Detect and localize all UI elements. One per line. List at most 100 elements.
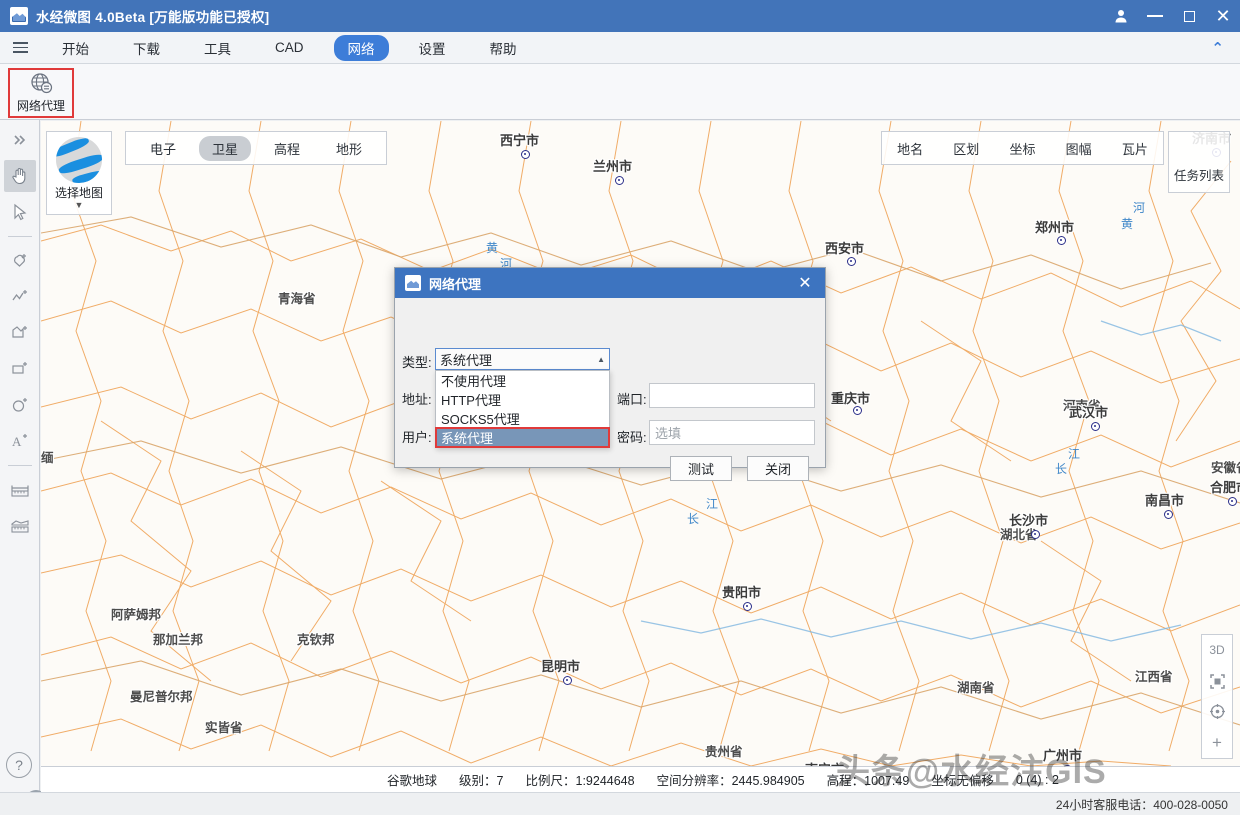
close-button[interactable]: ✕ bbox=[1206, 0, 1240, 32]
status-coords: 0 (4) : 2 bbox=[1015, 772, 1059, 787]
hamburger-icon[interactable] bbox=[0, 32, 40, 63]
status-offset: 坐标无偏移 bbox=[931, 774, 994, 788]
map-label-province: 湖南省 bbox=[957, 681, 995, 695]
maximize-button[interactable] bbox=[1172, 0, 1206, 32]
network-proxy-button[interactable]: 网络代理 bbox=[8, 68, 74, 118]
select-arrow-icon[interactable] bbox=[4, 196, 36, 228]
map-label-city: 南宁市 bbox=[805, 759, 844, 766]
expand-icon[interactable] bbox=[4, 124, 36, 156]
map-label-river: 长 bbox=[687, 512, 700, 526]
svg-text:A: A bbox=[12, 434, 22, 449]
map-label-province: 缅 bbox=[41, 451, 54, 465]
add-rectangle-icon[interactable] bbox=[4, 353, 36, 385]
map-city-dot bbox=[521, 150, 530, 159]
map-label-river: 江 bbox=[706, 497, 719, 511]
map-label-province: 克钦邦 bbox=[297, 633, 335, 647]
tab-map-sheets[interactable]: 图幅 bbox=[1066, 139, 1092, 158]
status-elevation-label: 高程： bbox=[826, 774, 865, 788]
user-label: 用户: bbox=[402, 430, 432, 445]
port-label: 端口: bbox=[617, 392, 647, 407]
status-scale-value: 1:9244648 bbox=[575, 774, 635, 788]
add-polyline-icon[interactable] bbox=[4, 281, 36, 313]
test-button[interactable]: 测试 bbox=[670, 456, 732, 481]
user-icon[interactable] bbox=[1104, 0, 1138, 32]
dialog-title-bar: 网络代理 ✕ bbox=[395, 268, 825, 298]
add-polygon-icon[interactable] bbox=[4, 317, 36, 349]
menu-item-settings[interactable]: 设置 bbox=[405, 35, 460, 61]
port-input[interactable] bbox=[649, 383, 815, 408]
status-level: 级别：7 bbox=[459, 770, 503, 789]
dialog-body: 类型: 系统代理 ▲ 不使用代理 HTTP代理 SOCKS5代理 系统代理 地址… bbox=[395, 298, 825, 481]
password-label: 密码: bbox=[617, 430, 647, 445]
add-text-icon[interactable]: A bbox=[4, 425, 36, 457]
dialog-title: 网络代理 bbox=[429, 276, 482, 292]
globe-proxy-icon bbox=[31, 73, 53, 94]
add-point-icon[interactable] bbox=[4, 245, 36, 277]
layer-tab-bar: 电子 卫星 高程 地形 bbox=[125, 131, 388, 165]
title-bar: 水经微图 4.0Beta [万能版功能已授权] ✕ bbox=[0, 0, 1240, 32]
menu-item-start[interactable]: 开始 bbox=[48, 35, 103, 61]
help-icon[interactable]: ? bbox=[6, 752, 32, 778]
map-city-dot bbox=[563, 676, 572, 685]
dialog-close-button[interactable]: ✕ bbox=[791, 270, 819, 296]
chevron-down-icon[interactable]: ▼ bbox=[75, 201, 84, 210]
password-input[interactable]: 选填 bbox=[649, 420, 815, 445]
tab-place-names[interactable]: 地名 bbox=[897, 139, 923, 158]
rail-divider bbox=[7, 236, 32, 237]
locate-target-icon[interactable] bbox=[1204, 699, 1230, 725]
layer-tab-elevation[interactable]: 高程 bbox=[261, 136, 313, 161]
map-label-city: 南昌市 bbox=[1145, 493, 1185, 508]
dropdown-option-system[interactable]: 系统代理 bbox=[435, 427, 610, 448]
map-control-stack: 3D + bbox=[1201, 634, 1233, 759]
dropdown-option-socks5[interactable]: SOCKS5代理 bbox=[436, 409, 609, 428]
proxy-type-combobox[interactable]: 系统代理 ▲ bbox=[435, 348, 610, 370]
map-label-province: 曼尼普尔邦 bbox=[130, 690, 193, 704]
tab-districts[interactable]: 区划 bbox=[953, 139, 979, 158]
minimize-icon bbox=[1147, 15, 1163, 17]
tab-coordinates[interactable]: 坐标 bbox=[1009, 139, 1035, 158]
layer-tab-terrain[interactable]: 地形 bbox=[323, 136, 375, 161]
measure-area-icon[interactable] bbox=[4, 510, 36, 542]
menu-item-download[interactable]: 下载 bbox=[119, 35, 174, 61]
view-3d-button[interactable]: 3D bbox=[1204, 637, 1230, 663]
status-resolution-label: 空间分辨率： bbox=[656, 774, 732, 788]
minimize-button[interactable] bbox=[1138, 0, 1172, 32]
map-select-label: 选择地图 bbox=[54, 186, 103, 200]
menu-item-network[interactable]: 网络 bbox=[333, 34, 389, 61]
layer-tab-electronic[interactable]: 电子 bbox=[137, 136, 189, 161]
map-select-panel[interactable]: 选择地图 ▼ bbox=[46, 131, 112, 215]
dropdown-option-no-proxy[interactable]: 不使用代理 bbox=[436, 371, 609, 390]
status-resolution-value: 2445.984905 bbox=[731, 774, 805, 788]
map-label-city: 郑州市 bbox=[1035, 220, 1075, 235]
footer-bar: 24小时客服电话：400-028-0050 bbox=[0, 792, 1240, 815]
pan-hand-icon[interactable] bbox=[3, 160, 36, 192]
map-label-city: 合肥市 bbox=[1210, 480, 1240, 495]
proxy-type-dropdown[interactable]: 不使用代理 HTTP代理 SOCKS5代理 系统代理 bbox=[435, 370, 610, 448]
add-circle-icon[interactable] bbox=[4, 389, 36, 421]
map-label-province: 实皆省 bbox=[205, 721, 243, 735]
chevron-up-icon[interactable]: ⌃ bbox=[1211, 39, 1224, 57]
google-earth-icon bbox=[56, 137, 102, 183]
dropdown-option-http[interactable]: HTTP代理 bbox=[436, 390, 609, 409]
map-city-dot bbox=[1228, 497, 1237, 506]
menu-item-cad[interactable]: CAD bbox=[261, 37, 318, 58]
layer-tab-satellite[interactable]: 卫星 bbox=[199, 135, 252, 161]
proxy-type-value: 系统代理 bbox=[440, 352, 493, 368]
measure-distance-icon[interactable] bbox=[4, 474, 36, 506]
close-button[interactable]: 关闭 bbox=[747, 456, 809, 481]
status-source: 谷歌地球 bbox=[387, 774, 438, 788]
app-logo-icon bbox=[10, 7, 28, 25]
maximize-icon bbox=[1183, 10, 1195, 22]
map-label-city: 武汉市 bbox=[1069, 405, 1109, 420]
tab-tiles[interactable]: 瓦片 bbox=[1122, 139, 1148, 158]
app-logo-icon bbox=[405, 275, 421, 291]
map-label-river: 河 bbox=[1133, 201, 1146, 215]
menu-item-help[interactable]: 帮助 bbox=[476, 35, 531, 61]
fullscreen-icon[interactable] bbox=[1204, 668, 1230, 694]
rail-divider-2 bbox=[7, 465, 32, 466]
menu-item-tools[interactable]: 工具 bbox=[190, 35, 245, 61]
zoom-in-button[interactable]: + bbox=[1204, 730, 1230, 756]
map-label-city: 昆明市 bbox=[541, 659, 581, 674]
status-elevation-value: 1007.49 bbox=[864, 774, 910, 788]
task-list-panel[interactable]: 任务列表 bbox=[1168, 131, 1230, 193]
